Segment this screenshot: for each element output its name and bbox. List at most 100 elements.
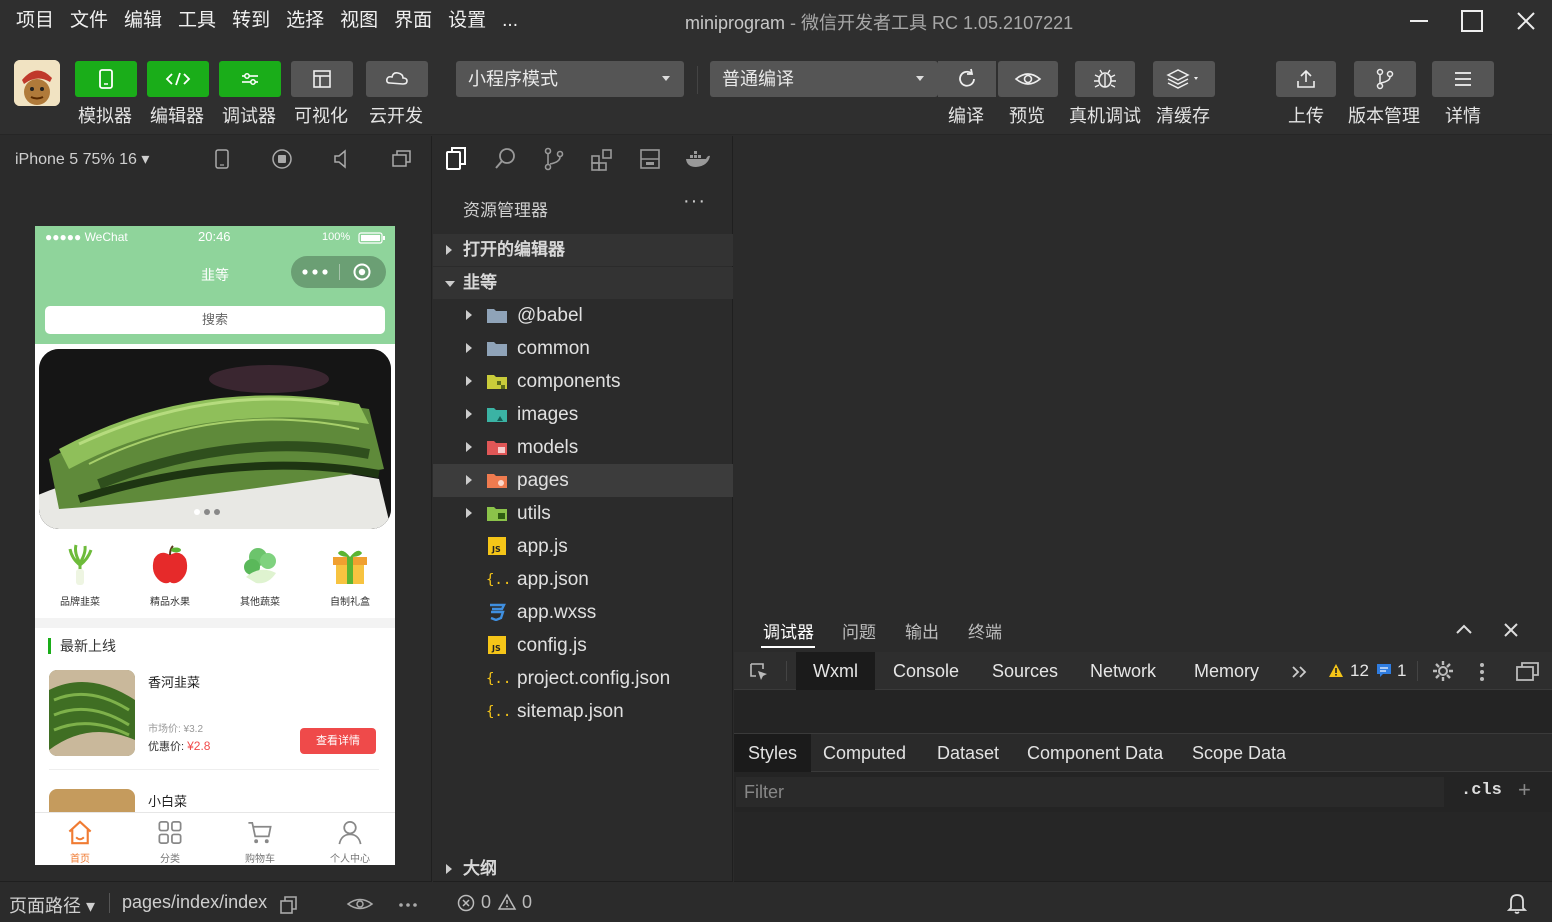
search-input[interactable]: 搜索 (45, 306, 385, 334)
banner-carousel[interactable] (39, 349, 391, 529)
mode-select[interactable]: 小程序模式 (456, 61, 684, 97)
page-path-select[interactable]: 页面路径 ▾ (9, 892, 95, 918)
warning-outline-icon[interactable] (497, 893, 517, 911)
files-icon[interactable] (444, 146, 470, 172)
tab-profile[interactable]: 个人中心 (305, 813, 395, 865)
copy-icon[interactable] (279, 895, 299, 915)
tab-output[interactable]: 输出 (905, 618, 939, 643)
error-count[interactable]: 0 (481, 892, 491, 913)
new-style-rule-button[interactable]: + (1518, 777, 1531, 803)
stab-styles[interactable]: Styles (734, 734, 812, 772)
menu-more[interactable]: ... (502, 8, 518, 34)
menu-edit[interactable]: 编辑 (124, 8, 162, 34)
compile-button[interactable] (938, 61, 996, 97)
error-icon[interactable] (457, 894, 475, 912)
user-avatar[interactable] (14, 60, 60, 106)
category-fruit[interactable]: 精品水果 (125, 539, 215, 619)
detach-window-icon[interactable] (391, 148, 413, 170)
remote-debug-button[interactable] (1075, 61, 1135, 97)
bell-icon[interactable] (1507, 892, 1527, 914)
version-control-button[interactable] (1354, 61, 1416, 97)
tab-cart[interactable]: 购物车 (215, 813, 305, 865)
upload-button[interactable] (1276, 61, 1336, 97)
devtab-console[interactable]: Console (876, 652, 976, 690)
category-vegetables[interactable]: 其他蔬菜 (215, 539, 305, 619)
menu-project[interactable]: 项目 (16, 8, 54, 34)
category-brand-leek[interactable]: 品牌韭菜 (35, 539, 125, 619)
stab-dataset[interactable]: Dataset (923, 734, 1013, 772)
more-dots-icon[interactable] (398, 902, 418, 908)
minimize-icon[interactable] (1404, 6, 1434, 36)
close-window-icon[interactable] (1511, 6, 1541, 36)
tree-file-app-js[interactable]: JS app.js (433, 530, 733, 563)
gear-icon[interactable] (1432, 660, 1454, 682)
tab-debugger[interactable]: 调试器 (763, 618, 814, 643)
volume-icon[interactable] (331, 148, 353, 170)
stab-scope-data[interactable]: Scope Data (1178, 734, 1300, 772)
tree-folder-utils[interactable]: utils (433, 497, 733, 530)
view-details-button[interactable]: 查看详情 (300, 728, 376, 754)
maximize-icon[interactable] (1457, 6, 1487, 36)
tree-folder-common[interactable]: common (433, 332, 733, 365)
warning-count[interactable]: 12 (1350, 661, 1369, 681)
wxml-tree-area[interactable] (734, 690, 1552, 734)
menu-view[interactable]: 视图 (340, 8, 378, 34)
simulator-toggle-button[interactable] (75, 61, 137, 97)
cls-toggle-button[interactable]: .cls (1461, 781, 1502, 800)
search-icon[interactable] (493, 146, 519, 172)
more-dots-icon[interactable] (301, 267, 329, 277)
debugger-toggle-button[interactable] (219, 61, 281, 97)
product-card[interactable]: 香河韭菜 市场价: ¥3.2 优惠价: ¥2.8 查看详情 (49, 670, 379, 770)
stab-computed[interactable]: Computed (809, 734, 920, 772)
close-panel-icon[interactable] (1502, 621, 1520, 639)
tree-folder-pages[interactable]: pages (433, 464, 733, 497)
warning-count-status[interactable]: 0 (522, 892, 532, 913)
editor-toggle-button[interactable] (147, 61, 209, 97)
tab-terminal[interactable]: 终端 (968, 618, 1002, 643)
devtab-memory[interactable]: Memory (1177, 652, 1276, 690)
tree-file-project-config-json[interactable]: {..} project.config.json (433, 662, 733, 695)
devtab-sources[interactable]: Sources (975, 652, 1075, 690)
details-button[interactable] (1432, 61, 1494, 97)
menu-goto[interactable]: 转到 (232, 8, 270, 34)
clear-cache-button[interactable] (1153, 61, 1215, 97)
visual-toggle-button[interactable] (291, 61, 353, 97)
tree-folder-babel[interactable]: @babel (433, 299, 733, 332)
menu-select[interactable]: 选择 (286, 8, 324, 34)
tree-file-app-wxss[interactable]: app.wxss (433, 596, 733, 629)
category-giftbox[interactable]: 自制礼盒 (305, 539, 395, 619)
compile-mode-select[interactable]: 普通编译 (710, 61, 938, 97)
storage-icon[interactable] (637, 146, 663, 172)
extensions-icon[interactable] (589, 146, 615, 172)
tree-file-app-json[interactable]: {..} app.json (433, 563, 733, 596)
docker-icon[interactable] (684, 146, 710, 172)
tab-category[interactable]: 分类 (125, 813, 215, 865)
styles-filter-input[interactable] (736, 777, 1444, 807)
source-control-icon[interactable] (541, 146, 567, 172)
menu-tools[interactable]: 工具 (178, 8, 216, 34)
tree-folder-models[interactable]: models (433, 431, 733, 464)
undock-icon[interactable] (1515, 661, 1541, 683)
tab-problems[interactable]: 问题 (842, 618, 876, 643)
preview-button[interactable] (998, 61, 1058, 97)
tree-file-config-js[interactable]: JS config.js (433, 629, 733, 662)
menu-file[interactable]: 文件 (70, 8, 108, 34)
kebab-menu-icon[interactable] (1478, 661, 1486, 683)
tab-home[interactable]: 首页 (35, 813, 125, 865)
tree-file-sitemap-json[interactable]: {..} sitemap.json (433, 695, 733, 728)
devtab-network[interactable]: Network (1073, 652, 1173, 690)
info-count[interactable]: 1 (1397, 661, 1406, 681)
menu-interface[interactable]: 界面 (394, 8, 432, 34)
stab-component-data[interactable]: Component Data (1013, 734, 1177, 772)
rotate-device-icon[interactable] (211, 148, 233, 170)
menu-settings[interactable]: 设置 (448, 8, 486, 34)
open-editors-section[interactable]: 打开的编辑器 (433, 234, 733, 266)
more-tabs-icon[interactable] (1290, 665, 1308, 679)
tree-folder-images[interactable]: images (433, 398, 733, 431)
chevron-up-icon[interactable] (1454, 622, 1474, 636)
device-select[interactable]: iPhone 5 75% 16 ▾ (15, 149, 149, 169)
project-section[interactable]: 韭等 (433, 267, 733, 299)
inspect-element-icon[interactable] (748, 661, 770, 683)
outline-section[interactable]: 大纲 (433, 857, 733, 881)
devtab-wxml[interactable]: Wxml (796, 652, 875, 690)
